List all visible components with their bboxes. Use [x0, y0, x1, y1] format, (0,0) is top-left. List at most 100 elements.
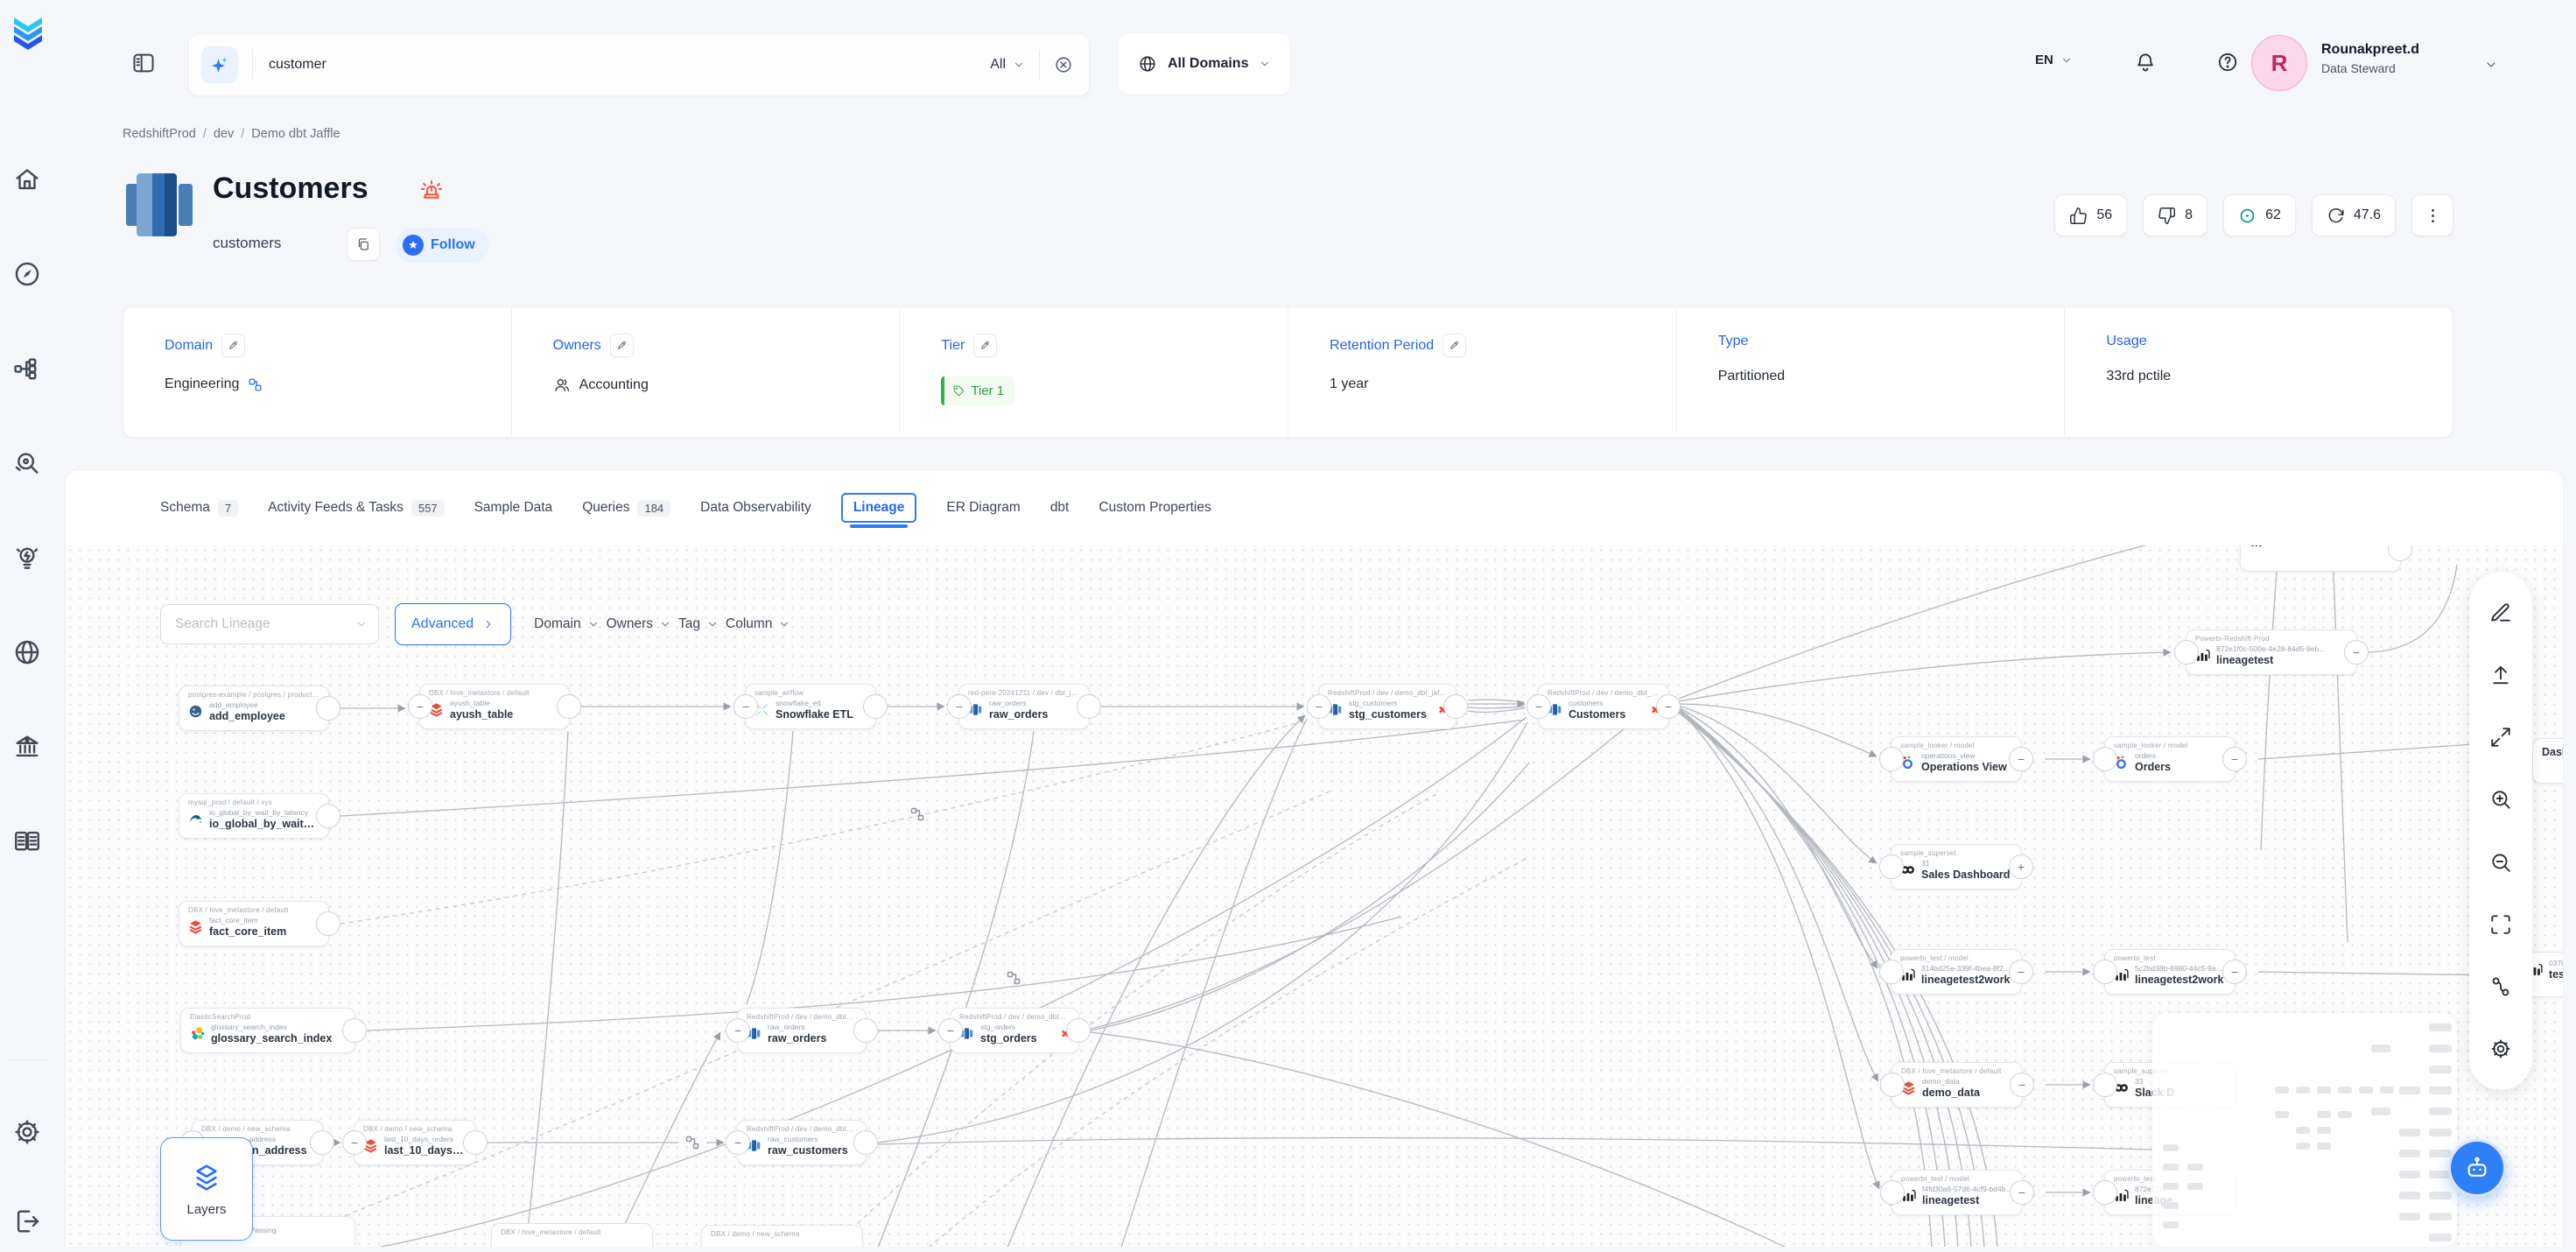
lineage-search[interactable]	[160, 604, 379, 644]
tier-badge[interactable]: Tier 1	[941, 376, 1014, 405]
node-port-left[interactable]: −	[1527, 694, 1551, 719]
lineage-node-dbx_partial_1[interactable]: DBX / hive_metastore / default	[491, 1223, 653, 1247]
lineage-node-demo_data[interactable]: DBX / hive_metastore / defaultdemo_datad…	[1892, 1062, 2023, 1108]
layers-button[interactable]: Layers	[160, 1137, 253, 1241]
fullscreen-icon[interactable]	[2489, 913, 2512, 936]
avatar[interactable]: R	[2251, 35, 2307, 91]
breadcrumb[interactable]: RedshiftProd/dev/Demo dbt Jaffle	[123, 127, 340, 141]
node-port-right[interactable]: −	[2009, 960, 2033, 984]
lineage-node-lineagetest2work_1[interactable]: powerbi_test / model314bd25e-339f-4bea-8…	[1891, 949, 2022, 995]
sidebar-item-network[interactable]	[12, 338, 42, 368]
node-port-right[interactable]: +	[2009, 855, 2033, 879]
filter-owners[interactable]: Owners	[607, 616, 671, 632]
node-port-left[interactable]	[1880, 1180, 1905, 1205]
tab-queries[interactable]: Queries184	[582, 500, 670, 517]
sidebar-item-globe[interactable]	[12, 622, 42, 651]
node-port-right[interactable]: −	[2009, 747, 2033, 771]
upload-icon[interactable]	[2489, 664, 2512, 686]
lineage-node-pbi_lineagetest_top[interactable]: Powerbi-Redshift-Prod872e1f0c-500e-4e28-…	[2186, 630, 2357, 675]
tab-activity-feeds-tasks[interactable]: Activity Feeds & Tasks557	[268, 500, 444, 517]
language-selector[interactable]: EN	[2035, 53, 2073, 67]
node-port-left[interactable]	[1879, 960, 1904, 984]
lineage-minimap[interactable]	[2152, 1013, 2457, 1247]
node-port-right[interactable]	[316, 696, 340, 721]
edit-pencil-icon[interactable]	[221, 334, 245, 357]
tab-custom-properties[interactable]: Custom Properties	[1098, 500, 1211, 516]
node-port-left[interactable]: −	[408, 694, 432, 719]
lineage-node-sales_dashboard[interactable]: sample_superset31Sales Dashboard+	[1891, 844, 2022, 890]
node-port-left[interactable]	[2093, 747, 2117, 771]
node-port-left[interactable]: −	[1307, 694, 1331, 719]
lineage-node-operations_view[interactable]: sample_looker / modeloperations_viewOper…	[1891, 736, 2022, 782]
lineage-node-lineagetest_pbi[interactable]: powerbi_test / modelf4fd30a6-57d6-4cf9-b…	[1892, 1170, 2023, 1215]
chevron-down-icon[interactable]	[2484, 58, 2498, 72]
breadcrumb-item[interactable]: RedshiftProd	[123, 127, 196, 141]
node-port-right[interactable]	[557, 694, 581, 719]
stat-thumbs-down[interactable]: 8	[2143, 194, 2207, 236]
node-port-left[interactable]: −	[342, 1130, 367, 1155]
node-port-right[interactable]	[342, 1018, 367, 1043]
tab-data-observability[interactable]: Data Observability	[700, 500, 811, 516]
node-port-right[interactable]	[1066, 1018, 1091, 1043]
node-port-right[interactable]	[863, 694, 888, 719]
node-port-right[interactable]: −	[2010, 1180, 2034, 1205]
advanced-filters-button[interactable]: Advanced	[395, 603, 511, 645]
sidebar-item-compass[interactable]	[12, 243, 42, 273]
node-port-right[interactable]	[310, 1130, 334, 1155]
tab-sample-data[interactable]: Sample Data	[474, 500, 553, 516]
global-search[interactable]: All	[188, 33, 1090, 96]
lineage-node-add_employee[interactable]: postgres-example / postgres / production…	[179, 686, 329, 731]
node-port-right[interactable]: −	[2010, 1073, 2034, 1097]
ai-sparkle-icon[interactable]	[201, 46, 238, 83]
lineage-node-lineagetest2work_2[interactable]: powerbi_test5c2bd38b-6980-44c5-9a81-7b3.…	[2104, 949, 2236, 995]
node-port-left[interactable]	[1880, 1073, 1905, 1097]
lineage-node-omone[interactable]: omone	[2240, 545, 2401, 572]
node-port-right[interactable]	[316, 911, 340, 936]
announcement-siren-icon[interactable]	[418, 179, 445, 205]
node-port-right[interactable]: −	[2222, 747, 2247, 771]
notifications-bell-icon[interactable]	[2134, 51, 2157, 74]
node-port-right[interactable]	[1443, 694, 1468, 719]
sidebar-item-governance[interactable]	[12, 716, 42, 746]
lineage-node-ayush_table[interactable]: DBX / hive_metastore / defaultayush_tabl…	[419, 684, 570, 729]
node-port-left[interactable]: −	[726, 1018, 750, 1043]
lineage-node-last_10_days_orders[interactable]: DBX / demo / new_schemalast_10_days_orde…	[354, 1120, 476, 1165]
zoom-out-icon[interactable]	[2489, 851, 2512, 874]
sidebar-item-insights[interactable]	[12, 527, 42, 557]
filter-column[interactable]: Column	[726, 616, 790, 632]
node-port-right[interactable]: −	[2222, 960, 2247, 984]
filter-tag[interactable]: Tag	[678, 616, 719, 632]
node-port-right[interactable]	[316, 804, 340, 828]
edit-pencil-icon[interactable]	[610, 334, 634, 357]
edit-pencil-icon[interactable]	[973, 334, 997, 357]
flow-icon[interactable]	[2489, 975, 2512, 998]
sidebar-item-gear[interactable]	[12, 1101, 42, 1131]
node-port-left[interactable]	[2093, 1180, 2117, 1205]
user-menu[interactable]: Rounakpreet.d Data Steward	[2321, 42, 2419, 75]
node-port-left[interactable]: −	[938, 1018, 963, 1043]
tab-dbt[interactable]: dbt	[1050, 500, 1070, 516]
clear-search-icon[interactable]	[1054, 55, 1073, 74]
lineage-node-fact_core_item[interactable]: DBX / hive_metastore / defaultfact_core_…	[179, 901, 329, 946]
filter-domain[interactable]: Domain	[534, 616, 599, 632]
tab-lineage[interactable]: Lineage	[841, 493, 917, 523]
lineage-node-stg_orders[interactable]: RedshiftProd / dev / demo_dbt_jafflestg_…	[950, 1008, 1079, 1053]
tab-er-diagram[interactable]: ER Diagram	[946, 500, 1020, 516]
node-port-right[interactable]	[1077, 694, 1101, 719]
lineage-node-stg_customers[interactable]: RedshiftProd / dev / demo_dbt_jafflestg_…	[1318, 684, 1456, 729]
lineage-node-io_global[interactable]: mysql_prod / default / sysio_global_by_w…	[179, 793, 329, 839]
lineage-canvas[interactable]: Advanced Domain Owners Tag Column Layers po…	[66, 545, 2563, 1247]
node-port-left[interactable]	[2093, 960, 2117, 984]
lineage-node-glossary_search_index[interactable]: ElasticSearchProdglossary_search_indexgl…	[180, 1008, 355, 1053]
lineage-node-dashboard_fragment[interactable]: Dashbo	[2532, 738, 2563, 784]
more-actions-button[interactable]	[2411, 194, 2453, 236]
all-domains-button[interactable]: All Domains	[1119, 33, 1290, 95]
stat-target[interactable]: 62	[2223, 194, 2296, 236]
node-port-left[interactable]: −	[733, 694, 758, 719]
node-port-right[interactable]: −	[1656, 694, 1681, 719]
lineage-node-raw_customers[interactable]: RedshiftProd / dev / demo_dbt_jaffleraw_…	[737, 1120, 867, 1165]
lineage-node-raw_orders_top[interactable]: red-pere-20241211 / dev / dbt_jaffleraw_…	[958, 684, 1090, 729]
gear-icon[interactable]	[2489, 1037, 2512, 1060]
node-port-left[interactable]	[2174, 640, 2199, 665]
lineage-search-input[interactable]	[173, 615, 355, 633]
